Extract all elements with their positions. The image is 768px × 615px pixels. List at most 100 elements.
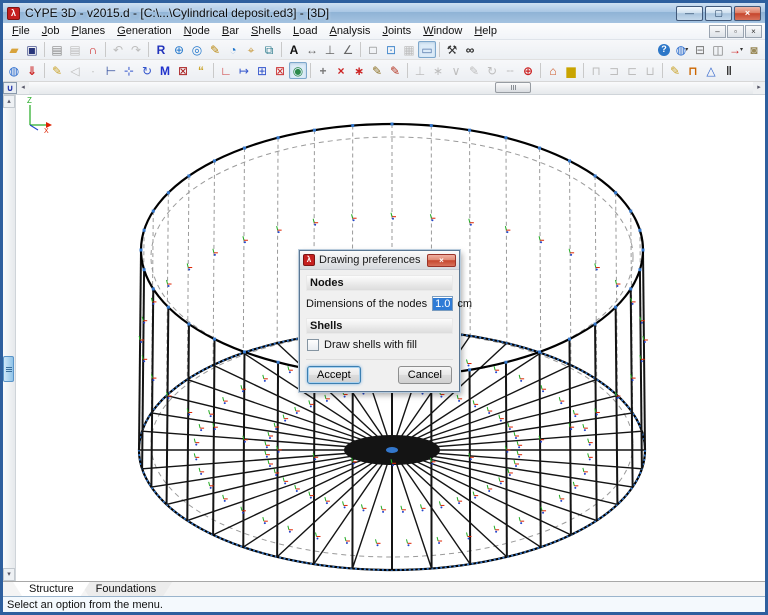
search-binoculars-button[interactable]: ∞: [461, 41, 479, 58]
buckling-1-icon: ⊓: [591, 63, 601, 78]
portal-frame-button[interactable]: ⊓: [684, 62, 702, 79]
save-button[interactable]: ▣: [23, 41, 41, 58]
open-folder-button[interactable]: ▰: [5, 41, 23, 58]
edit-coordinates-button[interactable]: ✎: [48, 62, 66, 79]
snapshot-button[interactable]: ◙: [745, 41, 763, 58]
describe-bubble-button[interactable]: “: [192, 62, 210, 79]
slider-right-arrow-icon[interactable]: ▸: [753, 82, 765, 94]
ruler-toggle-button[interactable]: ▭: [418, 41, 436, 58]
delete-group-button[interactable]: ⊠: [271, 62, 289, 79]
menu-item-shells[interactable]: Shells: [245, 24, 287, 38]
text-label-button[interactable]: A: [285, 41, 303, 58]
slope-terrain-button[interactable]: △: [702, 62, 720, 79]
accept-button[interactable]: Accept: [307, 366, 361, 384]
pan-hand-button[interactable]: ⌖: [242, 41, 260, 58]
tools-hammer-button[interactable]: ⚒: [443, 41, 461, 58]
support-pencil-icon: ✎: [468, 63, 480, 78]
dimension-angle-button[interactable]: ∠: [339, 41, 357, 58]
print-button[interactable]: ⊟: [691, 41, 709, 58]
restore-button[interactable]: ▢: [705, 5, 732, 21]
support-rotate-icon: ↻: [486, 63, 498, 78]
zoom-extents-button[interactable]: ⊕: [170, 41, 188, 58]
job-data-button[interactable]: ▤: [48, 41, 66, 58]
draw-shells-checkbox[interactable]: [307, 339, 319, 351]
analyse-roller-button[interactable]: ▆: [562, 62, 580, 79]
menu-item-joints[interactable]: Joints: [376, 24, 417, 38]
cancel-button[interactable]: Cancel: [397, 366, 452, 384]
print-copy-button[interactable]: ◫: [709, 41, 727, 58]
minimize-button[interactable]: —: [676, 5, 703, 21]
bind-node-button[interactable]: ∗: [350, 62, 368, 79]
vertical-slider-thumb[interactable]: [3, 356, 14, 382]
menu-item-job[interactable]: Job: [36, 24, 66, 38]
edit-bar-pencil-button[interactable]: ✎: [368, 62, 386, 79]
title-bar[interactable]: λ CYPE 3D - v2015.d - [C:\...\Cylindrica…: [3, 3, 765, 23]
shells-section-header: Shells: [306, 318, 453, 334]
mdi-close-button[interactable]: ×: [745, 24, 762, 38]
rotate-button[interactable]: ↻: [138, 62, 156, 79]
plot-print-button[interactable]: ⇓: [23, 62, 41, 79]
object-snap-magnet-button[interactable]: ∩: [84, 41, 102, 58]
bar-delete-button[interactable]: ⊠: [174, 62, 192, 79]
node-dimensions-input[interactable]: 1.0: [432, 296, 454, 311]
menu-item-bar[interactable]: Bar: [216, 24, 245, 38]
measure-pencil-button[interactable]: ✎: [206, 41, 224, 58]
buckling-3-icon: ⊏: [626, 63, 638, 78]
export-disk-button[interactable]: → ▾: [727, 41, 745, 58]
select-group-icon: ⊞: [256, 63, 268, 78]
slider-left-arrow-icon[interactable]: ◂: [17, 82, 29, 94]
dimension-perpendicular-button[interactable]: ⊥: [321, 41, 339, 58]
buckling-2-button: ⊐: [605, 62, 623, 79]
redraw-button[interactable]: R: [152, 41, 170, 58]
menu-item-help[interactable]: Help: [468, 24, 503, 38]
close-button[interactable]: ×: [734, 5, 761, 21]
mdi-restore-button[interactable]: ▫: [727, 24, 744, 38]
node-select-button[interactable]: ⊡: [382, 41, 400, 58]
bar-material-button[interactable]: M: [156, 62, 174, 79]
tab-structure[interactable]: Structure: [13, 582, 90, 596]
select-group-button[interactable]: ⊞: [253, 62, 271, 79]
drawing-preferences-eye-button[interactable]: ◉: [289, 62, 307, 79]
delete-node-button[interactable]: ×: [332, 62, 350, 79]
horizontal-slider-thumb[interactable]: [495, 82, 531, 93]
horizontal-slider-track[interactable]: [29, 82, 753, 94]
check-pencil-button[interactable]: ✎: [666, 62, 684, 79]
menu-item-node[interactable]: Node: [178, 24, 216, 38]
help-button[interactable]: ?: [655, 41, 673, 58]
bar-grow-button[interactable]: ⊢: [102, 62, 120, 79]
menu-item-planes[interactable]: Planes: [66, 24, 112, 38]
dialog-title-bar[interactable]: λ Drawing preferences ×: [300, 251, 459, 270]
menu-item-load[interactable]: Load: [287, 24, 323, 38]
menu-item-window[interactable]: Window: [417, 24, 468, 38]
menu-item-file[interactable]: File: [6, 24, 36, 38]
dimension-horizontal-button[interactable]: ↔: [303, 41, 321, 58]
menu-item-analysis[interactable]: Analysis: [323, 24, 376, 38]
3d-viewport[interactable]: Z X λ Drawing preferences × Nodes Dimens…: [16, 95, 765, 581]
web-globe-button[interactable]: ◍: [5, 62, 23, 79]
local-axes-button[interactable]: ∟: [217, 62, 235, 79]
joined-beams-button[interactable]: ‖: [720, 62, 738, 79]
previous-window-button[interactable]: ⧉: [260, 41, 278, 58]
menu-item-generation[interactable]: Generation: [111, 24, 177, 38]
view-corner-icon[interactable]: ∪: [3, 82, 17, 94]
move-node-button[interactable]: ⊹: [120, 62, 138, 79]
tab-foundations[interactable]: Foundations: [80, 582, 173, 596]
loads-frame-button[interactable]: ⌂: [544, 62, 562, 79]
distance-button[interactable]: ↦: [235, 62, 253, 79]
view-tabs-bar: Structure Foundations: [3, 581, 765, 596]
buckling-3-button: ⊏: [623, 62, 641, 79]
zoom-previous-button[interactable]: ◔: [224, 41, 242, 58]
add-node-button[interactable]: +: [314, 62, 332, 79]
dimension-angle-icon: ∠: [342, 42, 354, 57]
slider-up-arrow-icon[interactable]: ▴: [3, 95, 15, 108]
dialog-close-icon[interactable]: ×: [427, 253, 456, 267]
vertical-slider-track[interactable]: [3, 108, 15, 568]
slider-down-arrow-icon[interactable]: ▾: [3, 568, 15, 581]
node-crosshair-button[interactable]: ⊕: [519, 62, 537, 79]
mdi-minimize-button[interactable]: –: [709, 24, 726, 38]
nodes-section-header: Nodes: [306, 275, 453, 291]
box-select-button[interactable]: □: [364, 41, 382, 58]
web-services-button[interactable]: ◍ ▾: [673, 41, 691, 58]
paint-support-pencil-button[interactable]: ✎: [386, 62, 404, 79]
zoom-window-button[interactable]: ◎: [188, 41, 206, 58]
